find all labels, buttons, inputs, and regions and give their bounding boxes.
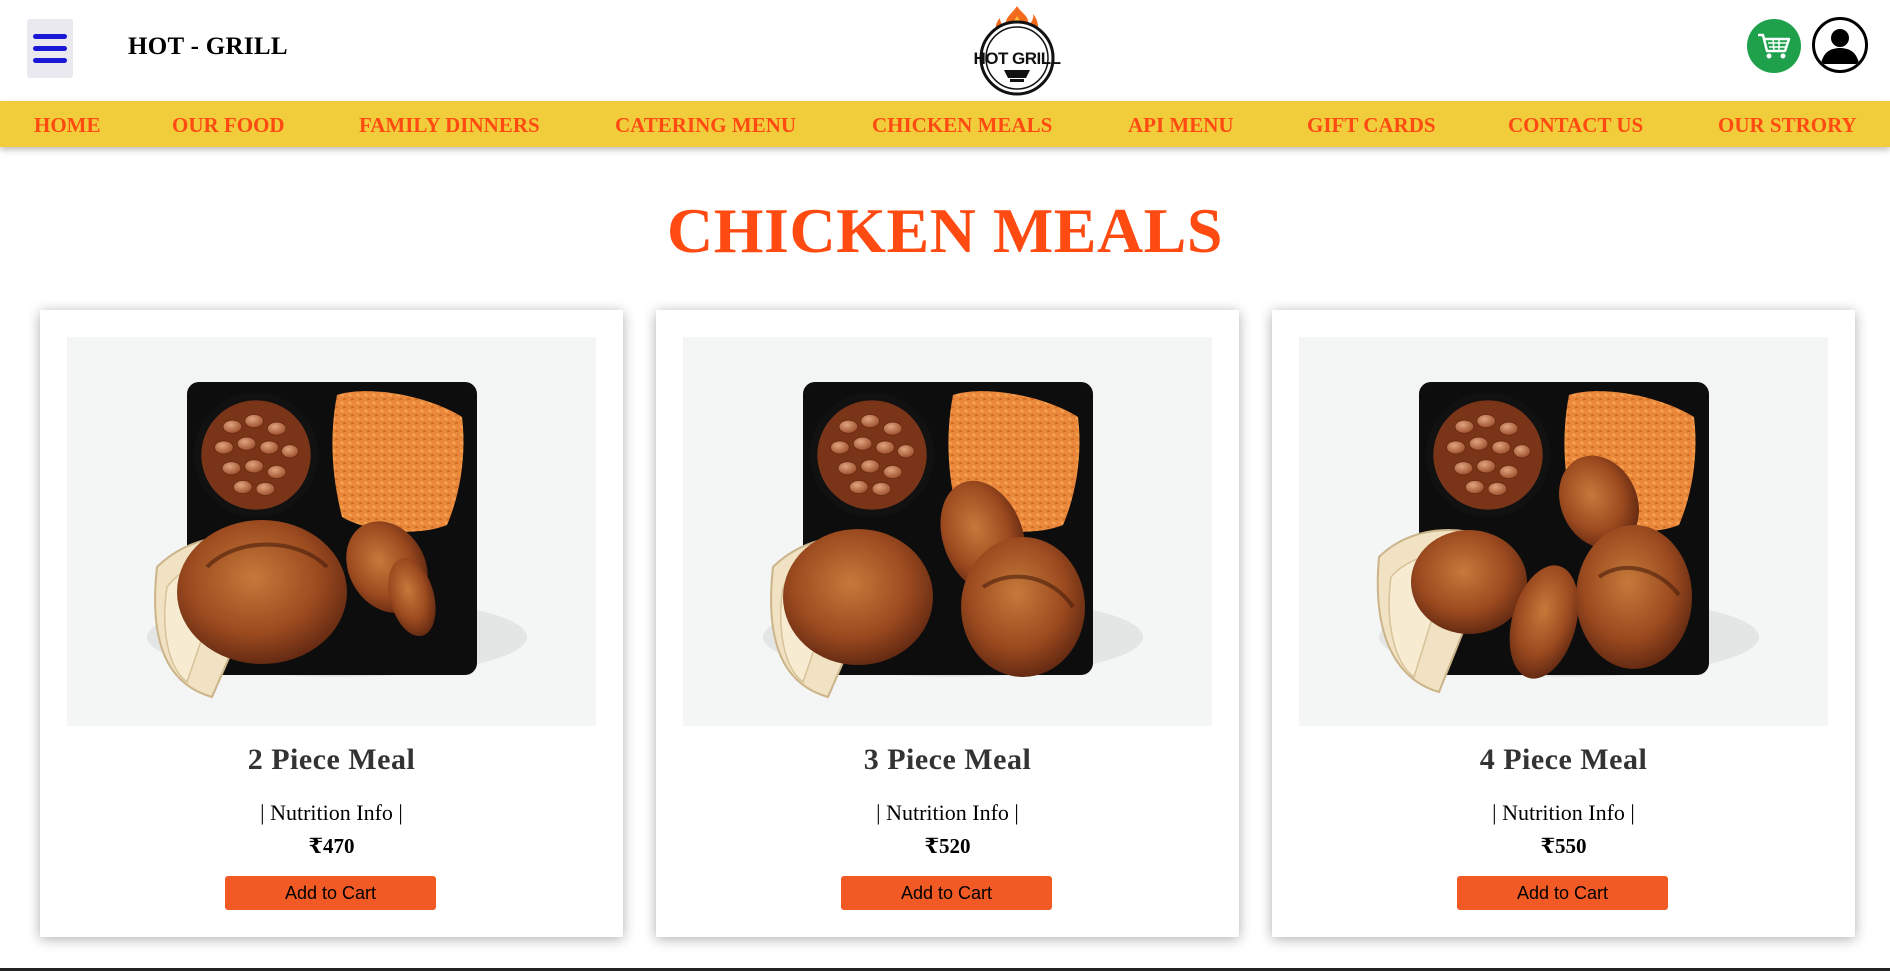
nav-item-family-dinners[interactable]: FAMILY DINNERS — [359, 113, 540, 138]
nav-item-home[interactable]: HOME — [34, 113, 101, 138]
nav-item-our-food[interactable]: OUR FOOD — [172, 113, 285, 138]
nav-item-chicken-meals[interactable]: CHICKEN MEALS — [872, 113, 1052, 138]
nutrition-info-link[interactable]: Nutrition Info — [270, 800, 393, 825]
nutrition-info: | Nutrition Info | — [876, 800, 1019, 825]
meal-name: 3 Piece Meal — [863, 743, 1032, 776]
main-nav: HOME OUR FOOD FAMILY DINNERS CATERING ME… — [0, 101, 1890, 147]
meal-price: ₹550 — [1540, 834, 1587, 858]
meal-image[interactable] — [683, 337, 1212, 726]
nutrition-info: | Nutrition Info | — [260, 800, 403, 825]
nutrition-info-link[interactable]: Nutrition Info — [1502, 800, 1625, 825]
meal-name: 4 Piece Meal — [1479, 743, 1648, 776]
logo-text: HOT GRILL — [973, 49, 1060, 68]
nav-item-catering-menu[interactable]: CATERING MENU — [615, 113, 796, 138]
menu-bar — [33, 34, 67, 39]
add-to-cart-button[interactable]: Add to Cart — [225, 876, 436, 910]
user-account-icon[interactable] — [1812, 17, 1868, 73]
meal-image[interactable] — [67, 337, 596, 726]
menu-bar — [33, 58, 67, 63]
meal-price: ₹520 — [924, 834, 971, 858]
product-card: 4 Piece Meal | Nutrition Info | ₹550 Add… — [1272, 310, 1855, 937]
meal-image[interactable] — [1299, 337, 1828, 726]
menu-bar — [33, 46, 67, 51]
add-to-cart-button[interactable]: Add to Cart — [1457, 876, 1668, 910]
nav-item-gift-cards[interactable]: GIFT CARDS — [1307, 113, 1436, 138]
brand-name: HOT - GRILL — [128, 33, 288, 60]
nav-item-our-story[interactable]: OUR STRORY — [1718, 113, 1857, 138]
shopping-cart-icon[interactable] — [1747, 19, 1801, 73]
header: HOT - GRILL HOT GRILL — [0, 0, 1890, 100]
hot-grill-logo[interactable]: HOT GRILL — [970, 4, 1064, 98]
page-title: CHICKEN MEALS — [667, 195, 1223, 266]
meal-price: ₹470 — [308, 834, 355, 858]
product-card: 3 Piece Meal | Nutrition Info | ₹520 Add… — [656, 310, 1239, 937]
nutrition-info-link[interactable]: Nutrition Info — [886, 800, 1009, 825]
product-card: 2 Piece Meal | Nutrition Info | ₹470 Add… — [40, 310, 623, 937]
hamburger-menu-icon[interactable] — [27, 19, 73, 78]
nav-item-api-menu[interactable]: API MENU — [1128, 113, 1234, 138]
add-to-cart-button[interactable]: Add to Cart — [841, 876, 1052, 910]
nav-item-contact-us[interactable]: CONTACT US — [1508, 113, 1643, 138]
meal-name: 2 Piece Meal — [247, 743, 416, 776]
nutrition-info: | Nutrition Info | — [1492, 800, 1635, 825]
